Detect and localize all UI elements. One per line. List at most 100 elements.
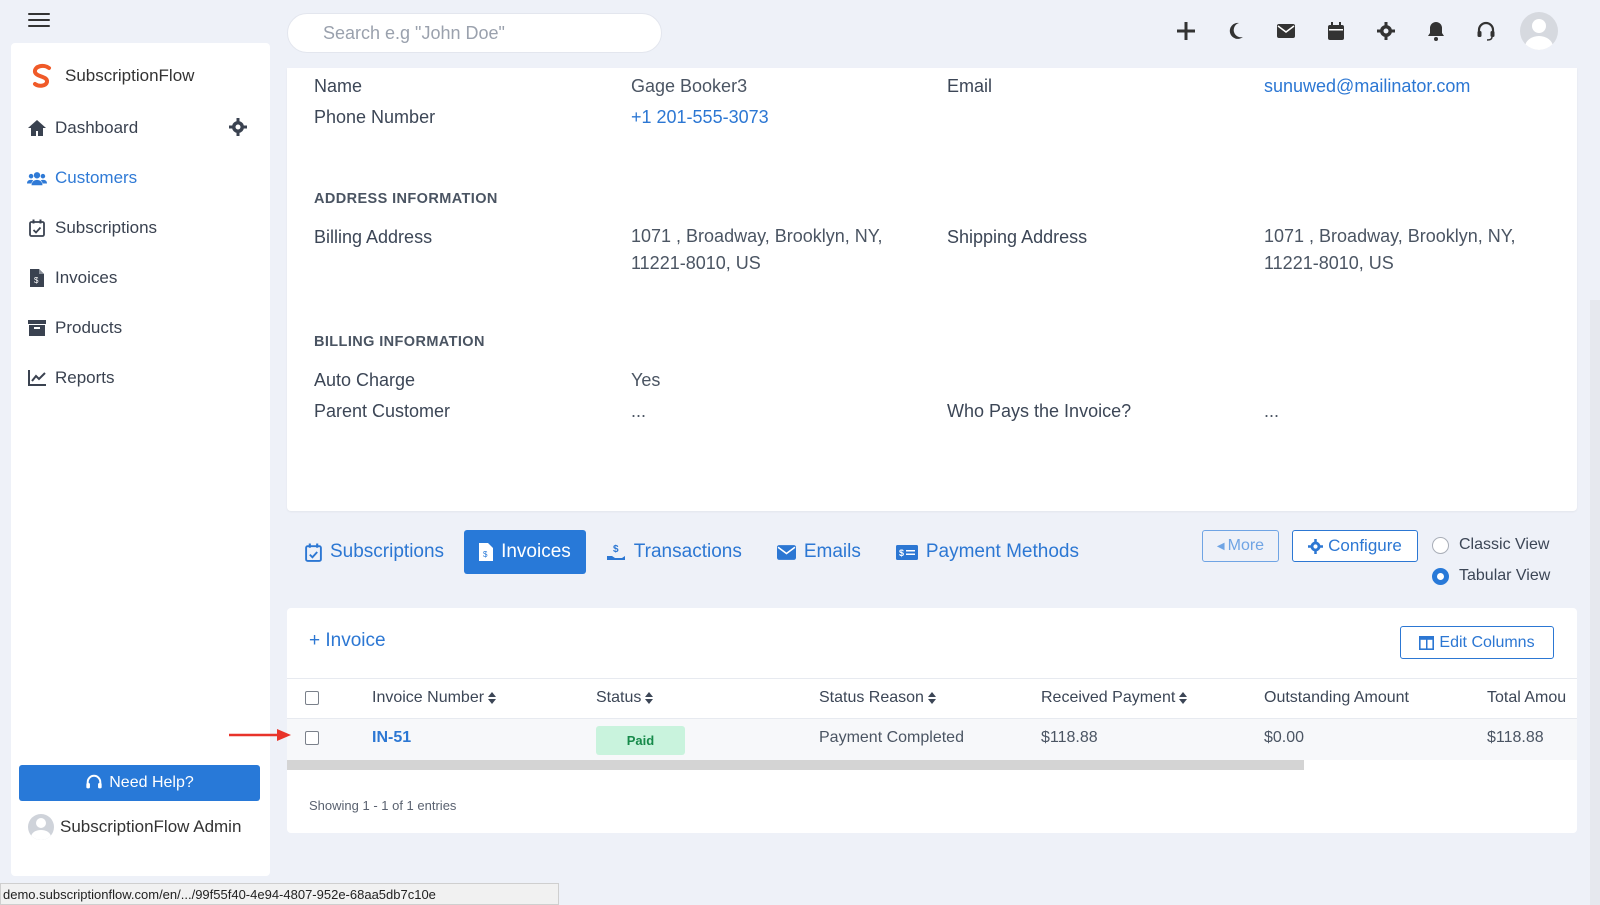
sort-icon	[645, 691, 654, 704]
sidebar-item-label: Dashboard	[55, 118, 139, 137]
sort-icon	[927, 691, 936, 704]
phone-label: Phone Number	[314, 107, 436, 127]
sidebar-item-label: Subscriptions	[55, 218, 158, 237]
radio-unchecked[interactable]	[1432, 536, 1449, 554]
tab-payment-methods[interactable]: $ Payment Methods	[881, 530, 1094, 574]
column-header-label: Invoice Number	[372, 689, 485, 706]
shipping-address-line1: 1071 , Broadway, Brooklyn, NY,	[1264, 226, 1516, 246]
sidebar-item-dashboard[interactable]: Dashboard	[27, 103, 257, 153]
sidebar-item-subscriptions[interactable]: Subscriptions	[27, 203, 257, 253]
archive-box-icon	[27, 318, 47, 338]
table-row: IN-51 Paid Payment Completed $118.88 $0.…	[287, 719, 1577, 760]
calendar-check-icon	[305, 543, 322, 562]
admin-avatar	[28, 814, 54, 840]
parent-customer-value: ...	[631, 401, 647, 421]
more-button[interactable]: ◀ More	[1202, 530, 1279, 562]
sidebar-item-label: Reports	[55, 368, 115, 387]
invoices-table-card: + Invoice Edit Columns Invoice Number St…	[287, 608, 1577, 833]
add-invoice-link[interactable]: + Invoice	[309, 630, 386, 652]
select-all-checkbox[interactable]	[305, 691, 319, 705]
svg-text:$: $	[34, 276, 39, 285]
subscriptionflow-logo-icon	[33, 63, 51, 88]
tabular-view-radio[interactable]: Tabular View	[1432, 567, 1550, 585]
gear-icon[interactable]	[1374, 19, 1398, 43]
shipping-address-line2: 11221-8010, US	[1264, 253, 1394, 273]
horizontal-scrollbar[interactable]	[287, 760, 1304, 770]
column-header-total-amount[interactable]: Total Amou	[1487, 689, 1566, 707]
phone-value-link[interactable]: +1 201-555-3073	[631, 104, 769, 131]
outstanding-amount-cell: $0.00	[1264, 729, 1305, 746]
column-header-status-reason[interactable]: Status Reason	[819, 689, 936, 707]
caret-left-icon: ◀	[1216, 540, 1225, 552]
dashboard-settings-gear-icon[interactable]	[229, 118, 247, 136]
svg-text:$: $	[613, 544, 619, 555]
sidebar-item-label: Customers	[55, 168, 138, 187]
browser-status-bar: demo.subscriptionflow.com/en/.../99f55f4…	[0, 883, 559, 905]
status-reason-cell: Payment Completed	[819, 729, 964, 746]
name-value: Gage Booker3	[631, 76, 748, 96]
svg-text:$: $	[483, 550, 488, 559]
headset-icon[interactable]	[1474, 19, 1498, 43]
plus-icon[interactable]	[1174, 19, 1198, 43]
pagination-summary: Showing 1 - 1 of 1 entries	[309, 798, 457, 813]
calendar-check-icon	[27, 218, 47, 238]
tab-invoices[interactable]: $ Invoices	[464, 530, 586, 574]
total-amount-cell: $118.88	[1487, 729, 1544, 746]
tab-transactions[interactable]: $ Transactions	[591, 530, 757, 574]
home-icon	[27, 118, 47, 138]
vertical-scrollbar[interactable]	[1590, 300, 1600, 905]
top-icons	[1148, 12, 1558, 50]
auto-charge-value: Yes	[631, 370, 661, 390]
column-header-invoice-number[interactable]: Invoice Number	[372, 689, 497, 707]
name-label: Name	[314, 76, 363, 96]
invoice-number-link[interactable]: IN-51	[372, 729, 411, 747]
sidebar-item-reports[interactable]: Reports	[27, 353, 257, 403]
column-header-outstanding-amount[interactable]: Outstanding Amount	[1264, 689, 1409, 707]
bell-icon[interactable]	[1424, 19, 1448, 43]
tab-label: Payment Methods	[925, 541, 1079, 562]
shipping-address-label: Shipping Address	[947, 227, 1088, 247]
columns-icon	[1419, 635, 1435, 650]
user-avatar[interactable]	[1520, 12, 1558, 50]
table-header: Invoice Number Status Status Reason Rece…	[287, 678, 1577, 719]
configure-button[interactable]: Configure	[1292, 530, 1418, 562]
sort-icon	[1179, 691, 1188, 704]
need-help-label: Need Help?	[109, 774, 194, 791]
status-badge: Paid	[596, 726, 685, 755]
sidebar-item-products[interactable]: Products	[27, 303, 257, 353]
sidebar: SubscriptionFlow Dashboard Customers Sub…	[11, 43, 270, 876]
admin-profile[interactable]: SubscriptionFlow Admin	[28, 814, 241, 840]
parent-customer-label: Parent Customer	[314, 401, 451, 421]
users-icon	[27, 168, 47, 188]
tab-emails[interactable]: Emails	[762, 530, 876, 574]
brand-name: SubscriptionFlow	[65, 66, 195, 85]
classic-view-label: Classic View	[1459, 536, 1550, 553]
edit-columns-label: Edit Columns	[1439, 633, 1535, 651]
billing-address-line1: 1071 , Broadway, Brooklyn, NY,	[631, 226, 883, 246]
column-header-status[interactable]: Status	[596, 689, 654, 707]
billing-section-heading: BILLING INFORMATION	[314, 334, 485, 350]
sidebar-item-customers[interactable]: Customers	[27, 153, 257, 203]
sidebar-item-label: Products	[55, 318, 123, 337]
sidebar-nav: Dashboard Customers Subscriptions $ Invo…	[27, 103, 257, 403]
envelope-icon	[776, 544, 796, 560]
hamburger-menu-icon[interactable]	[28, 13, 50, 29]
row-checkbox[interactable]	[305, 731, 319, 745]
column-header-label: Received Payment	[1041, 689, 1176, 706]
search-input[interactable]	[287, 13, 662, 53]
email-label: Email	[947, 76, 993, 96]
column-header-received-payment[interactable]: Received Payment	[1041, 689, 1188, 707]
edit-columns-button[interactable]: Edit Columns	[1400, 626, 1554, 659]
need-help-button[interactable]: Need Help?	[19, 765, 260, 801]
email-value-link[interactable]: sunuwed@mailinator.com	[1264, 73, 1470, 100]
moon-icon[interactable]	[1224, 19, 1248, 43]
calendar-icon[interactable]	[1324, 19, 1348, 43]
classic-view-radio[interactable]: Classic View	[1432, 536, 1549, 554]
radio-checked[interactable]	[1432, 567, 1449, 585]
brand[interactable]: SubscriptionFlow	[29, 63, 194, 89]
annotation-arrow-icon	[229, 729, 291, 741]
tab-subscriptions[interactable]: Subscriptions	[290, 530, 459, 574]
sidebar-item-invoices[interactable]: $ Invoices	[27, 253, 257, 303]
envelope-icon[interactable]	[1274, 19, 1298, 43]
customer-details-card: Name Gage Booker3 Email sunuwed@mailinat…	[287, 68, 1577, 511]
